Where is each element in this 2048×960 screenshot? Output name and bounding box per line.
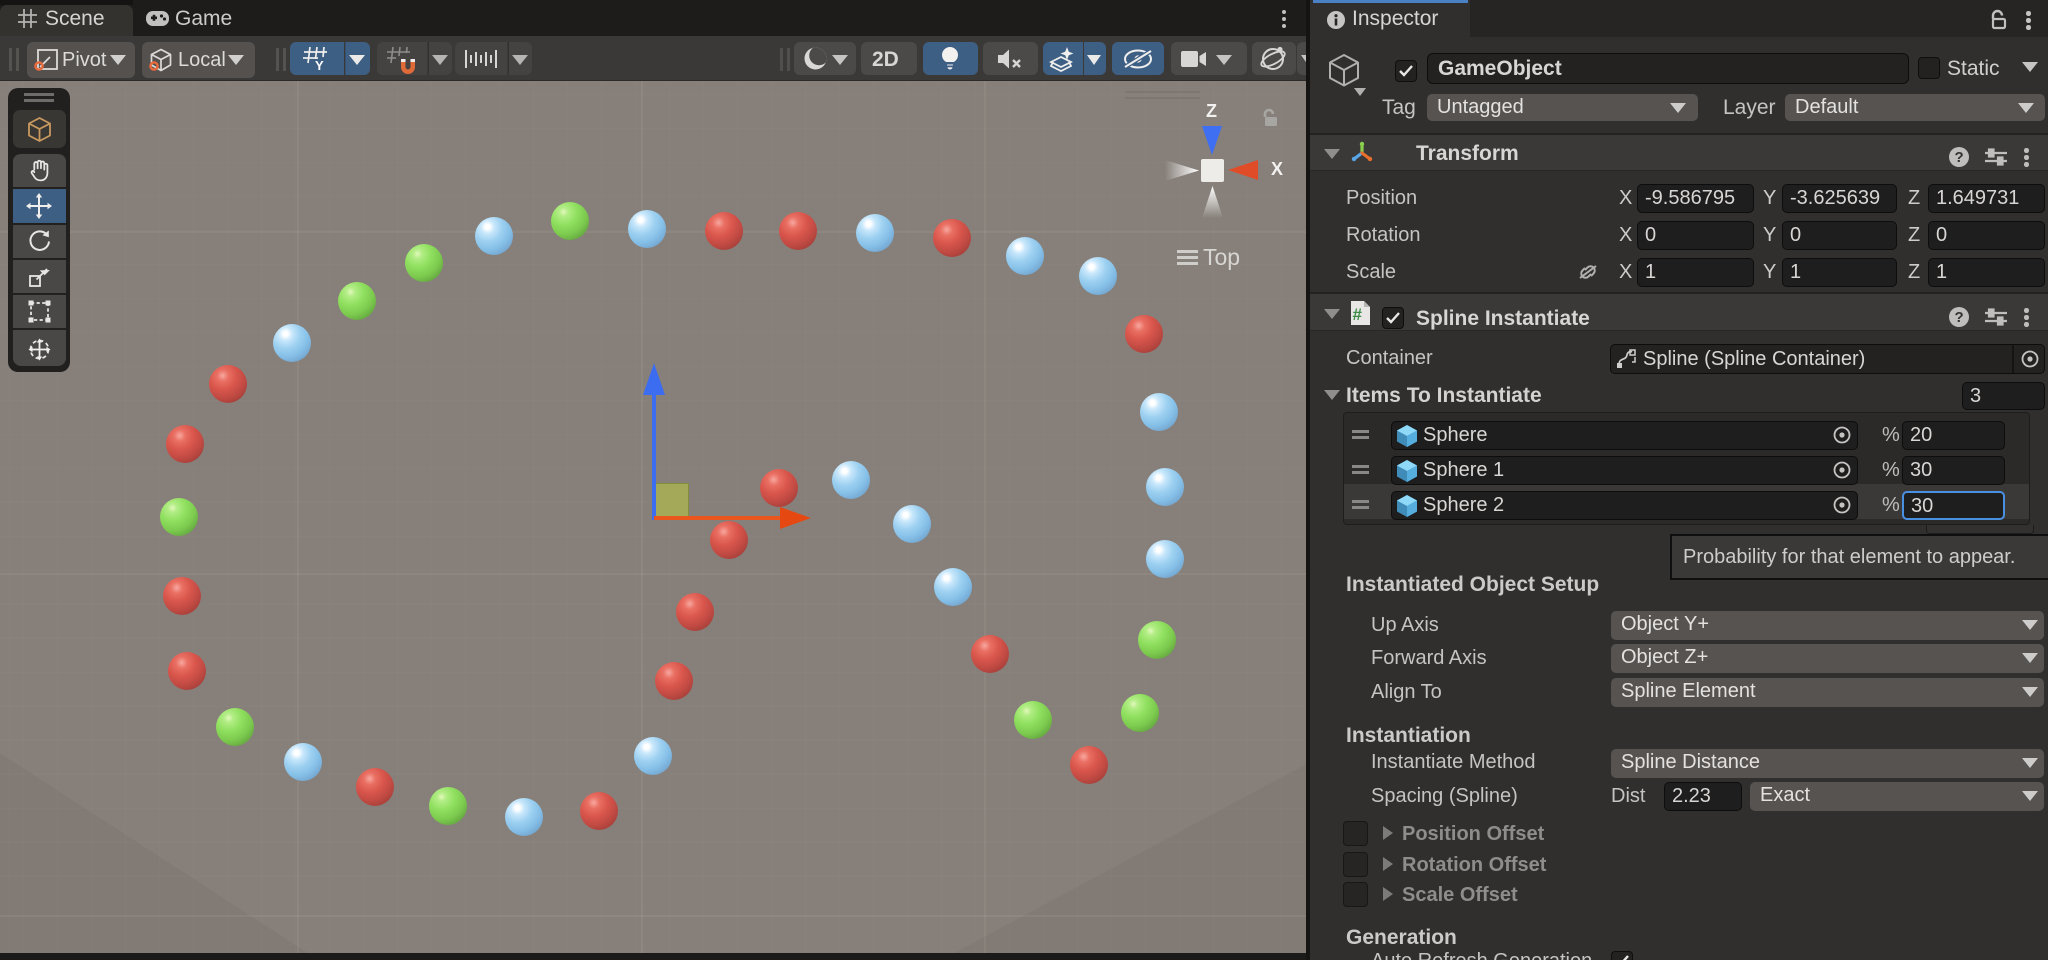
svg-text:?: ?	[1955, 309, 1964, 326]
svg-text:Y: Y	[315, 58, 324, 73]
svg-text:?: ?	[1955, 149, 1964, 166]
svg-text:#: #	[1353, 305, 1363, 324]
